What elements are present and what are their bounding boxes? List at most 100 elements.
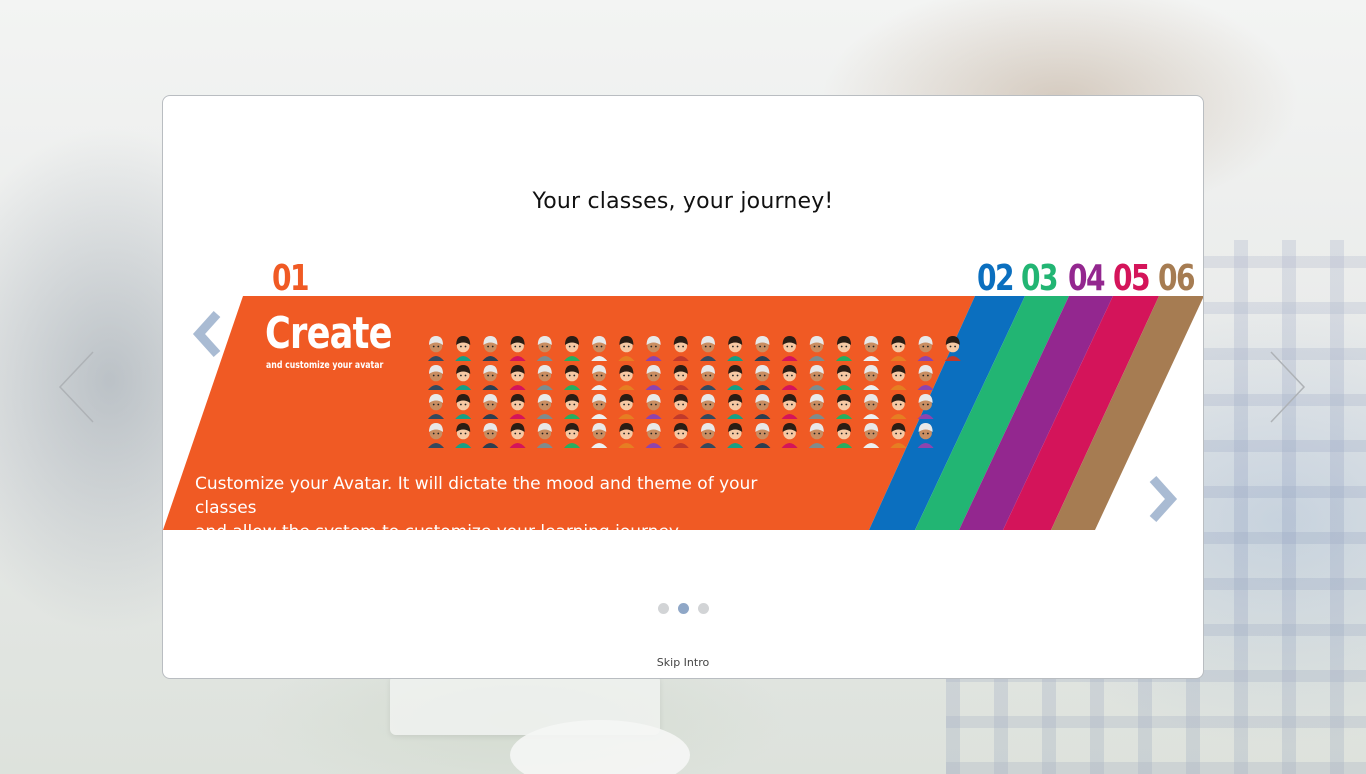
step-number-03[interactable]: 03 (1021, 259, 1059, 299)
avatar-face (781, 394, 798, 419)
avatar-face (482, 336, 499, 361)
avatar-face (564, 336, 580, 361)
avatar-face (455, 423, 472, 448)
avatar-face (917, 365, 934, 390)
avatar-face (672, 394, 689, 419)
thin-chevron-left-icon (58, 351, 94, 423)
avatar-face (645, 423, 662, 448)
avatar-face (754, 423, 771, 448)
avatar-face (700, 336, 716, 361)
avatar-face (863, 423, 880, 448)
avatar-face (727, 423, 744, 448)
intro-headline: Your classes, your journey! (532, 189, 834, 214)
avatar-face (727, 394, 744, 419)
slide-description: Customize your Avatar. It will dictate t… (195, 472, 815, 544)
avatar-face (564, 365, 580, 390)
skip-intro-link[interactable]: Skip Intro (163, 656, 1203, 669)
avatar-face (428, 423, 444, 448)
carousel-dot-2[interactable] (677, 603, 689, 614)
avatar-face (808, 423, 825, 448)
slide-prev-button[interactable] (191, 310, 223, 358)
avatar-face (917, 394, 934, 419)
avatar-face (727, 365, 744, 390)
avatar-face (618, 394, 635, 419)
avatar-face (727, 336, 744, 361)
avatar-face (672, 365, 689, 390)
avatar-face (591, 394, 608, 419)
avatar-face (836, 394, 852, 419)
avatar-face (618, 336, 635, 361)
avatar-face (863, 365, 880, 390)
avatar-face (591, 423, 608, 448)
avatar-face (781, 336, 798, 361)
chevron-left-icon (192, 310, 221, 358)
avatar-face (536, 365, 553, 390)
avatar-collection (428, 336, 961, 448)
avatar-face (700, 365, 716, 390)
avatar-face (482, 365, 499, 390)
avatar-face (564, 394, 580, 419)
avatar-face (754, 365, 771, 390)
avatar-face (645, 336, 662, 361)
avatar-face (890, 365, 907, 390)
step-number-05[interactable]: 05 (1113, 259, 1151, 299)
avatar-face (836, 336, 852, 361)
avatar-face (672, 423, 689, 448)
avatar-face (836, 365, 852, 390)
avatar-face (890, 336, 907, 361)
avatar-face (808, 365, 825, 390)
carousel-dot-1[interactable] (657, 603, 669, 614)
carousel-dots (163, 603, 1203, 614)
avatar-face (754, 336, 771, 361)
avatar-face (645, 394, 662, 419)
slide-description-line-2: and allow the system to customize your l… (195, 522, 682, 542)
slide-title: Create (265, 308, 393, 359)
thin-chevron-right-icon (1270, 351, 1306, 423)
avatar-face (591, 365, 608, 390)
avatar-face (754, 394, 771, 419)
step-number-01[interactable]: 01 (272, 259, 310, 299)
avatar-face (428, 394, 444, 419)
avatar-face (536, 394, 553, 419)
avatar-face (808, 394, 825, 419)
avatar-face (672, 336, 689, 361)
slide-next-button[interactable] (1145, 475, 1179, 523)
slide-subtitle: and customize your avatar (266, 360, 384, 371)
avatar-face (645, 365, 662, 390)
avatar-face (700, 423, 716, 448)
avatar-face (428, 336, 444, 361)
avatar-face (700, 394, 716, 419)
chevron-right-icon (1149, 475, 1178, 523)
slide-description-line-1: Customize your Avatar. It will dictate t… (195, 474, 758, 518)
avatar-face (781, 423, 798, 448)
avatar-face (836, 423, 852, 448)
avatar-face (455, 336, 472, 361)
intro-dialog: Your classes, your journey! 01 02 03 04 … (162, 95, 1204, 679)
step-number-04[interactable]: 04 (1068, 259, 1106, 299)
avatar-face (509, 394, 526, 419)
carousel-dot-3[interactable] (697, 603, 709, 614)
avatar-face (944, 336, 961, 361)
avatar-face (618, 365, 635, 390)
avatar-face (890, 394, 907, 419)
avatar-face (482, 423, 499, 448)
avatar-face (863, 394, 880, 419)
avatar-face (455, 394, 472, 419)
step-number-02[interactable]: 02 (977, 259, 1015, 299)
avatar-face (482, 394, 499, 419)
avatar-face (781, 365, 798, 390)
avatar-face (509, 365, 526, 390)
avatar-face (890, 423, 907, 448)
avatar-face (618, 423, 635, 448)
avatar-face (509, 336, 526, 361)
avatar-face (564, 423, 580, 448)
page-next-button[interactable] (1268, 350, 1308, 424)
step-number-06[interactable]: 06 (1158, 259, 1196, 299)
avatar-face (917, 423, 934, 448)
page-prev-button[interactable] (56, 350, 96, 424)
avatar-face (536, 423, 553, 448)
avatar-face (591, 336, 608, 361)
intro-screen: Your classes, your journey! 01 02 03 04 … (0, 0, 1366, 774)
avatar-face (509, 423, 526, 448)
avatar-face (917, 336, 934, 361)
